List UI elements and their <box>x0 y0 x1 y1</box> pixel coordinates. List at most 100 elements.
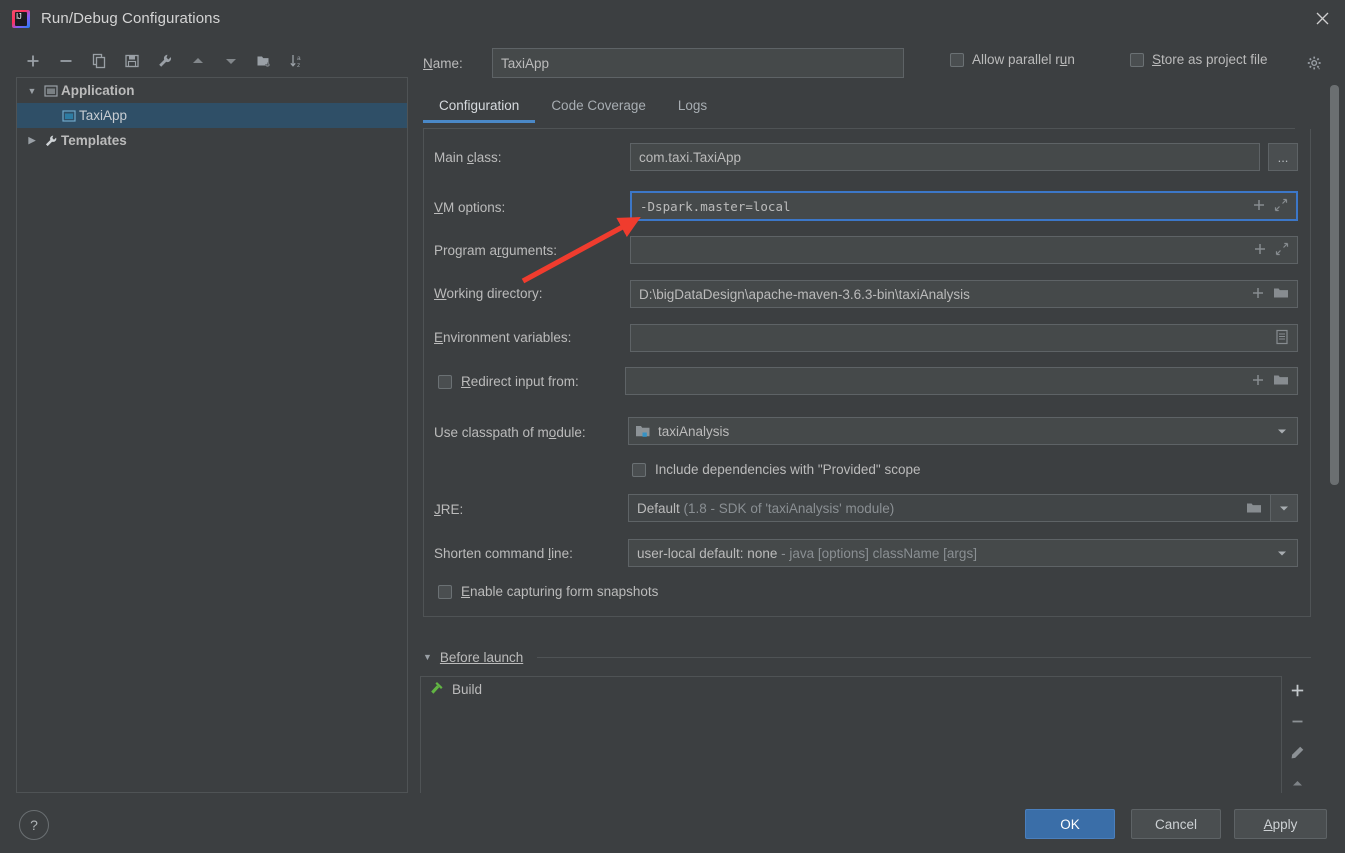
cancel-button[interactable]: Cancel <box>1131 809 1221 839</box>
allow-parallel-run-checkbox[interactable]: Allow parallel run <box>950 52 1075 67</box>
redirect-input-macro-icon[interactable] <box>1251 373 1265 390</box>
move-task-up-button[interactable] <box>1282 773 1312 794</box>
use-classpath-dropdown[interactable]: taxiAnalysis <box>628 417 1298 445</box>
working-directory-input[interactable]: D:\bigDataDesign\apache-maven-3.6.3-bin\… <box>630 280 1298 308</box>
edit-task-button[interactable] <box>1282 742 1312 763</box>
tree-node-label: Application <box>61 83 135 98</box>
before-launch-header[interactable]: ▼ Before launch <box>423 646 1311 668</box>
vm-options-macro-icon[interactable] <box>1252 198 1266 215</box>
main-class-browse-label: ... <box>1277 149 1289 165</box>
tab-logs[interactable]: Logs <box>662 96 723 123</box>
program-arguments-macro-icon[interactable] <box>1253 242 1267 259</box>
list-item-label: Build <box>452 682 483 697</box>
program-arguments-label: Program arguments: <box>434 243 558 258</box>
list-item[interactable]: Build <box>421 677 1281 702</box>
chevron-right-icon[interactable]: ▶ <box>23 135 41 146</box>
build-hammer-icon <box>429 681 444 699</box>
jre-value-hint: (1.8 - SDK of 'taxiAnalysis' module) <box>683 500 895 516</box>
name-input[interactable]: TaxiApp <box>492 48 904 78</box>
chevron-down-icon[interactable] <box>1275 546 1297 560</box>
use-classpath-label: Use classpath of module: <box>434 425 586 440</box>
environment-variables-browse-icon[interactable] <box>1275 329 1289 348</box>
main-class-value: com.taxi.TaxiApp <box>639 149 742 165</box>
chevron-down-icon[interactable]: ▼ <box>423 652 432 662</box>
redirect-input-checkbox[interactable]: Redirect input from: <box>438 374 579 389</box>
use-classpath-value: taxiAnalysis <box>658 423 730 439</box>
tree-node-application[interactable]: ▼ Application <box>17 78 407 103</box>
jre-dropdown[interactable]: Default (1.8 - SDK of 'taxiAnalysis' mod… <box>628 494 1271 522</box>
application-icon <box>59 109 79 123</box>
environment-variables-input[interactable] <box>630 324 1298 352</box>
checkbox-box[interactable] <box>1130 52 1144 67</box>
main-class-input[interactable]: com.taxi.TaxiApp <box>630 143 1260 171</box>
run-debug-configurations-dialog: Run/Debug Configurations <box>0 0 1345 853</box>
redirect-input-field[interactable] <box>625 367 1298 395</box>
configurations-toolbar: a z <box>16 45 408 77</box>
remove-task-button[interactable] <box>1282 711 1312 732</box>
checkbox-box[interactable] <box>438 374 452 389</box>
vertical-scrollbar[interactable] <box>1330 85 1339 710</box>
copy-configuration-button[interactable] <box>82 46 115 76</box>
help-label: ? <box>30 817 38 833</box>
shorten-command-line-value: user-local default: none <box>637 545 778 561</box>
program-arguments-input[interactable] <box>630 236 1298 264</box>
include-provided-scope-checkbox[interactable]: Include dependencies with "Provided" sco… <box>632 462 921 477</box>
new-folder-button[interactable] <box>247 46 280 76</box>
application-icon <box>41 84 61 98</box>
store-as-project-file-label: Store as project file <box>1152 52 1268 67</box>
checkbox-box[interactable] <box>438 584 452 599</box>
checkbox-box[interactable] <box>950 52 964 67</box>
configuration-tabs: Configuration Code Coverage Logs <box>423 96 1295 128</box>
main-class-browse-button[interactable]: ... <box>1268 143 1298 171</box>
configurations-tree[interactable]: ▼ Application TaxiApp ▶ Templates <box>16 77 408 793</box>
enable-form-snapshots-label: Enable capturing form snapshots <box>461 584 659 599</box>
ok-button[interactable]: OK <box>1025 809 1115 839</box>
before-launch-title: Before launch <box>439 649 524 665</box>
help-button[interactable]: ? <box>19 810 49 840</box>
chevron-down-icon[interactable]: ▼ <box>23 86 41 96</box>
checkbox-box[interactable] <box>632 462 646 477</box>
move-down-button[interactable] <box>214 46 247 76</box>
window-title: Run/Debug Configurations <box>41 10 221 27</box>
allow-parallel-run-label: Allow parallel run <box>972 52 1075 67</box>
tab-configuration[interactable]: Configuration <box>423 96 536 123</box>
remove-configuration-button[interactable] <box>49 46 82 76</box>
scrollbar-thumb[interactable] <box>1330 85 1339 485</box>
shorten-command-line-dropdown[interactable]: user-local default: none - java [options… <box>628 539 1298 567</box>
tree-node-templates[interactable]: ▶ Templates <box>17 128 407 153</box>
wrench-icon <box>41 134 61 148</box>
enable-form-snapshots-checkbox[interactable]: Enable capturing form snapshots <box>438 584 658 599</box>
main-class-label: Main class: <box>434 150 502 165</box>
redirect-input-browse-icon[interactable] <box>1273 373 1289 390</box>
tree-node-label: TaxiApp <box>79 108 128 123</box>
chevron-down-icon[interactable] <box>1275 424 1297 438</box>
tree-node-taxiapp[interactable]: TaxiApp <box>17 103 407 128</box>
working-directory-value: D:\bigDataDesign\apache-maven-3.6.3-bin\… <box>639 286 970 302</box>
before-launch-rule <box>537 656 1311 658</box>
working-directory-macro-icon[interactable] <box>1251 286 1265 303</box>
shorten-command-line-label: Shorten command line: <box>434 546 573 561</box>
store-as-project-file-checkbox[interactable]: Store as project file <box>1130 52 1268 67</box>
program-arguments-expand-icon[interactable] <box>1275 242 1289 259</box>
move-up-button[interactable] <box>181 46 214 76</box>
working-directory-browse-icon[interactable] <box>1273 286 1289 303</box>
vm-options-expand-icon[interactable] <box>1274 198 1288 215</box>
apply-button[interactable]: Apply <box>1234 809 1327 839</box>
before-launch-list[interactable]: Build <box>420 676 1282 794</box>
apply-label: Apply <box>1263 816 1298 832</box>
sort-configurations-button[interactable]: a z <box>280 46 313 76</box>
edit-templates-button[interactable] <box>148 46 181 76</box>
vm-options-input[interactable]: -Dspark.master=local <box>630 191 1298 221</box>
before-launch-actions <box>1282 676 1312 794</box>
gear-icon[interactable] <box>1306 55 1323 75</box>
jre-dropdown-button[interactable] <box>1270 494 1298 522</box>
tab-code-coverage[interactable]: Code Coverage <box>535 96 662 123</box>
jre-browse-icon[interactable] <box>1246 501 1270 515</box>
add-configuration-button[interactable] <box>16 46 49 76</box>
save-configuration-button[interactable] <box>115 46 148 76</box>
close-icon[interactable] <box>1299 0 1345 37</box>
shorten-command-line-hint: - java [options] className [args] <box>781 545 977 561</box>
ok-label: OK <box>1060 816 1080 832</box>
add-task-button[interactable] <box>1282 680 1312 701</box>
svg-text:z: z <box>297 62 300 69</box>
